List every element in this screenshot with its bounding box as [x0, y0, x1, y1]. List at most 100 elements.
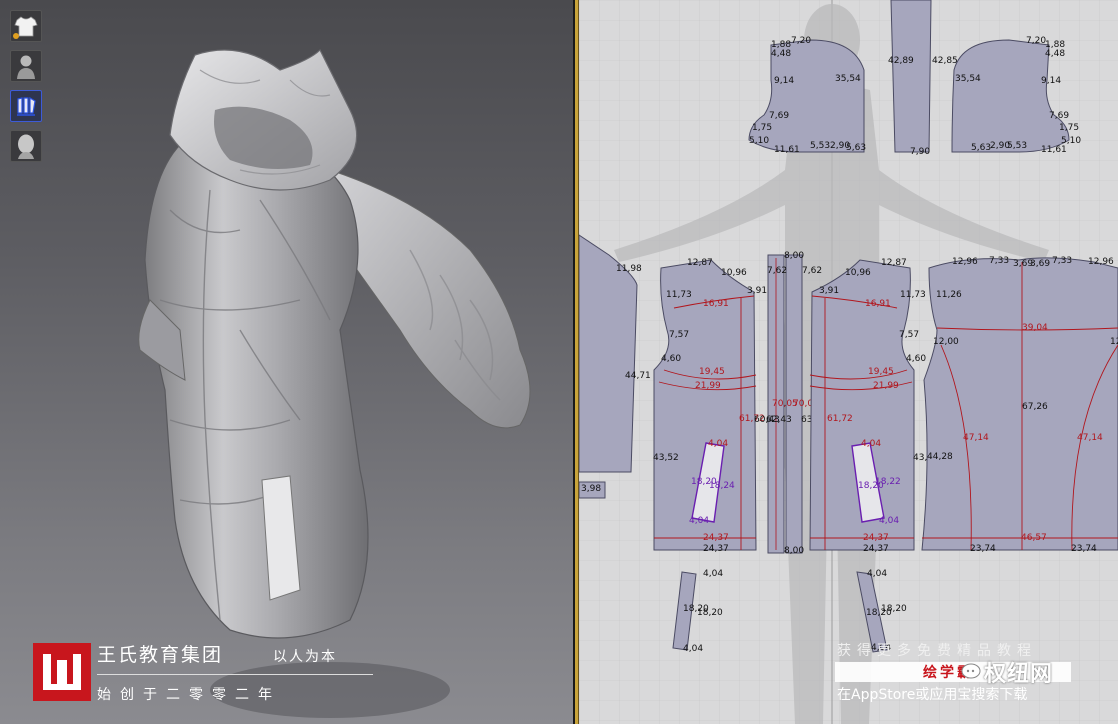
pattern-tool-button[interactable]: [10, 90, 42, 122]
svg-text:12,00: 12,00: [1110, 337, 1118, 347]
svg-text:7,20: 7,20: [791, 36, 811, 46]
svg-text:5,53: 5,53: [1007, 141, 1027, 151]
svg-text:12,87: 12,87: [687, 258, 713, 268]
svg-text:7,20: 7,20: [1026, 36, 1046, 46]
svg-text:12,00: 12,00: [933, 337, 959, 347]
svg-text:4,60: 4,60: [906, 354, 926, 364]
svg-text:18,20: 18,20: [697, 608, 723, 618]
svg-text:23,74: 23,74: [970, 544, 996, 554]
svg-text:4,04: 4,04: [879, 516, 899, 526]
svg-text:4,04: 4,04: [703, 569, 723, 579]
active-dot-icon: [13, 33, 19, 39]
svg-text:5,10: 5,10: [749, 136, 769, 146]
svg-text:35,54: 35,54: [955, 74, 981, 84]
svg-text:4,48: 4,48: [1045, 49, 1065, 59]
app-window: 王氏教育集团 以人为本 始创于二零零二年 1,88 7,20 4,48 9,14…: [0, 0, 1118, 724]
svg-text:43,52: 43,52: [653, 453, 679, 463]
sleeve-right: [329, 169, 531, 429]
svg-text:7,69: 7,69: [769, 111, 789, 121]
svg-text:10,96: 10,96: [845, 268, 871, 278]
svg-text:7,90: 7,90: [910, 147, 930, 157]
svg-text:12,96: 12,96: [952, 257, 978, 267]
svg-text:11,98: 11,98: [616, 264, 642, 274]
svg-text:47,14: 47,14: [1077, 433, 1103, 443]
svg-text:46,57: 46,57: [1021, 533, 1047, 543]
svg-text:61,72: 61,72: [827, 414, 853, 424]
svg-text:4,04: 4,04: [689, 516, 709, 526]
company-logo-mark: [33, 643, 91, 701]
org-name: 王氏教育集团: [97, 644, 224, 666]
svg-text:24,37: 24,37: [863, 533, 889, 543]
svg-text:35,54: 35,54: [835, 74, 861, 84]
svg-text:4,04: 4,04: [861, 439, 881, 449]
svg-text:7,33: 7,33: [1052, 256, 1072, 266]
svg-text:4,60: 4,60: [661, 354, 681, 364]
pattern-pieces-icon: [17, 96, 36, 116]
svg-text:23,74: 23,74: [1071, 544, 1097, 554]
svg-text:47,14: 47,14: [963, 433, 989, 443]
svg-text:18,20: 18,20: [881, 604, 907, 614]
svg-text:44,28: 44,28: [927, 452, 953, 462]
svg-text:5,63: 5,63: [971, 143, 991, 153]
svg-text:7,33: 7,33: [989, 256, 1009, 266]
svg-text:42,85: 42,85: [932, 56, 958, 66]
svg-text:11,61: 11,61: [1041, 145, 1067, 155]
svg-text:3,98: 3,98: [581, 484, 601, 494]
svg-text:67,26: 67,26: [1022, 402, 1048, 412]
svg-text:19,45: 19,45: [699, 367, 725, 377]
jacket-body: [144, 139, 369, 639]
svg-text:24,37: 24,37: [703, 533, 729, 543]
garment-tool-button[interactable]: [10, 10, 42, 42]
svg-text:18,24: 18,24: [709, 481, 735, 491]
svg-text:12,87: 12,87: [881, 258, 907, 268]
svg-text:21,99: 21,99: [873, 381, 899, 391]
svg-text:1,75: 1,75: [1059, 123, 1079, 133]
svg-text:11,73: 11,73: [900, 290, 926, 300]
viewport-toolbar: [10, 10, 44, 162]
svg-text:10,96: 10,96: [721, 268, 747, 278]
w-logo-icon: [43, 654, 81, 690]
org-motto: 以人为本: [273, 649, 337, 665]
svg-text:3,91: 3,91: [819, 286, 839, 296]
svg-text:18,22: 18,22: [875, 477, 901, 487]
svg-text:16,91: 16,91: [865, 299, 891, 309]
svg-text:4,04: 4,04: [708, 439, 728, 449]
company-logo-block: 王氏教育集团 以人为本 始创于二零零二年: [33, 640, 373, 706]
viewport-3d[interactable]: 王氏教育集团 以人为本 始创于二零零二年: [0, 0, 573, 724]
svg-text:4,48: 4,48: [771, 49, 791, 59]
svg-text:12,96: 12,96: [1088, 257, 1114, 267]
pattern-piece-sleeve-left[interactable]: [579, 234, 638, 499]
svg-text:19,45: 19,45: [868, 367, 894, 377]
jacket-3d-model[interactable]: [0, 0, 573, 724]
avatar-body-icon: [17, 55, 35, 79]
svg-text:4,04: 4,04: [867, 569, 887, 579]
viewport-2d-pattern[interactable]: 1,88 7,20 4,48 9,14 7,69 1,75 5,10 11,61…: [579, 0, 1118, 724]
svg-text:3,91: 3,91: [747, 286, 767, 296]
svg-text:9,14: 9,14: [774, 76, 794, 86]
pattern-piece-back[interactable]: [921, 257, 1118, 551]
svg-text:3,69: 3,69: [1030, 259, 1050, 269]
svg-text:1,75: 1,75: [752, 123, 772, 133]
svg-text:39,04: 39,04: [1022, 323, 1048, 333]
svg-text:7,57: 7,57: [669, 330, 689, 340]
svg-text:5,53: 5,53: [810, 141, 830, 151]
svg-text:5,63: 5,63: [846, 143, 866, 153]
svg-text:42,89: 42,89: [888, 56, 914, 66]
svg-text:11,73: 11,73: [666, 290, 692, 300]
svg-text:21,99: 21,99: [695, 381, 721, 391]
avatar-head-tool-button[interactable]: [10, 130, 42, 162]
svg-text:24,37: 24,37: [703, 544, 729, 554]
svg-text:7,62: 7,62: [767, 266, 787, 276]
svg-text:62,43: 62,43: [766, 415, 792, 425]
pattern-canvas[interactable]: 1,88 7,20 4,48 9,14 7,69 1,75 5,10 11,61…: [579, 0, 1118, 724]
svg-text:8,00: 8,00: [784, 251, 804, 261]
svg-text:24,37: 24,37: [863, 544, 889, 554]
chat-bubble-icon: [961, 663, 981, 679]
svg-text:11,26: 11,26: [936, 290, 962, 300]
avatar-head-icon: [18, 134, 34, 159]
pattern-piece-hood-center[interactable]: [890, 0, 932, 153]
logo-divider: [97, 674, 373, 675]
svg-text:11,61: 11,61: [774, 145, 800, 155]
svg-text:4,04: 4,04: [683, 644, 703, 654]
avatar-tool-button[interactable]: [10, 50, 42, 82]
